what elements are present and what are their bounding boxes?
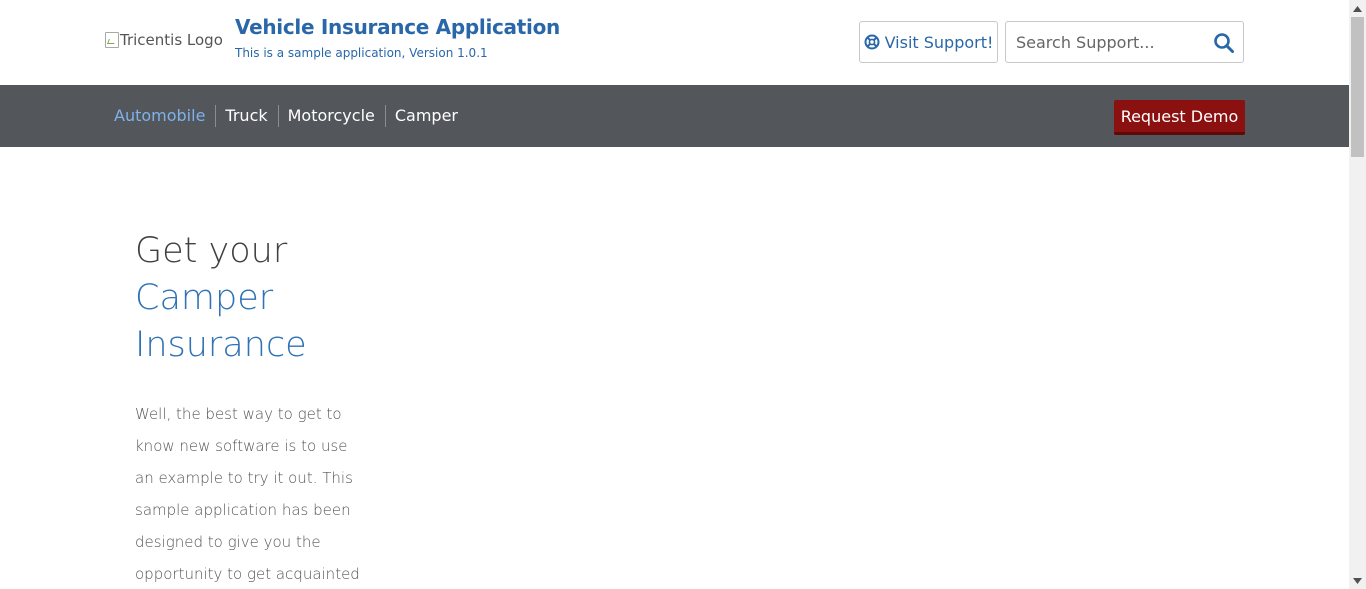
broken-image-icon: [105, 32, 119, 48]
nav-item-motorcycle[interactable]: Motorcycle: [277, 105, 385, 127]
tricentis-logo[interactable]: Tricentis Logo: [105, 30, 223, 50]
nav-items: Automobile Truck Motorcycle Camper: [114, 105, 468, 127]
scrollbar-thumb[interactable]: [1351, 17, 1364, 157]
search-icon[interactable]: [1213, 32, 1235, 54]
site-header: Tricentis Logo Vehicle Insurance Applica…: [0, 0, 1349, 85]
page: Tricentis Logo Vehicle Insurance Applica…: [0, 0, 1349, 589]
scroll-down-arrow-icon[interactable]: [1349, 572, 1366, 589]
search-support-box: [1005, 21, 1244, 63]
visit-support-button[interactable]: Visit Support!: [859, 21, 998, 63]
request-demo-button[interactable]: Request Demo: [1114, 100, 1245, 135]
hero-title: Get your Camper Insurance: [135, 228, 307, 369]
hero-line-3: Insurance: [135, 325, 307, 365]
vertical-scrollbar[interactable]: [1349, 0, 1366, 589]
scroll-up-arrow-icon[interactable]: [1349, 0, 1366, 17]
nav-item-truck[interactable]: Truck: [215, 105, 277, 127]
search-support-input[interactable]: [1006, 22, 1201, 62]
hero-line-2: Camper: [135, 278, 274, 318]
intro-paragraph: Well, the best way to get to know new so…: [135, 405, 360, 583]
visit-support-label: Visit Support!: [884, 32, 994, 52]
hero-line-1: Get your: [135, 231, 288, 271]
nav-item-camper[interactable]: Camper: [384, 105, 468, 127]
app-title: Vehicle Insurance Application: [235, 15, 560, 39]
nav-item-automobile[interactable]: Automobile: [114, 105, 215, 127]
lifebuoy-icon: [864, 34, 880, 50]
app-subtitle: This is a sample application, Version 1.…: [235, 46, 488, 60]
logo-alt-text: Tricentis Logo: [120, 31, 223, 49]
main-nav: Automobile Truck Motorcycle Camper Reque…: [0, 85, 1349, 147]
